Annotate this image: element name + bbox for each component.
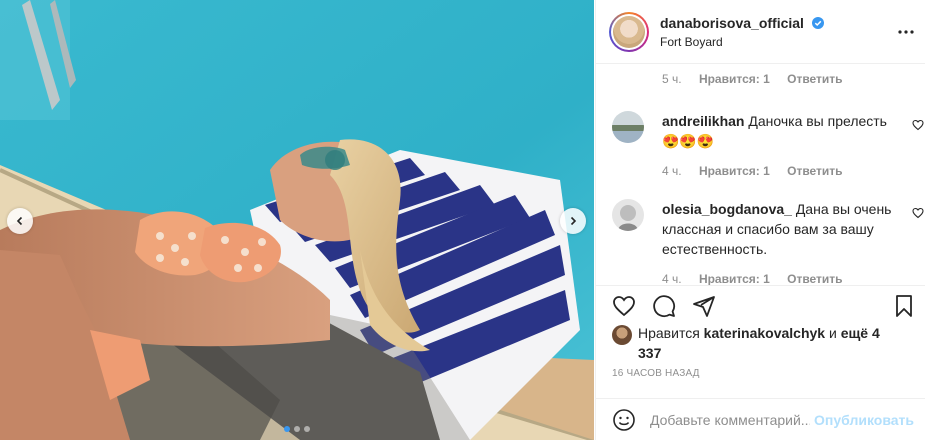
comment-meta: 5 ч. Нравится: 1 Ответить — [662, 72, 857, 86]
likes-text: Нравится katerinakovalchyk и ещё 4 337 — [638, 323, 898, 363]
comment-icon[interactable] — [652, 294, 676, 318]
carousel-dot — [294, 426, 300, 432]
likes-prefix: Нравится — [638, 325, 700, 341]
author-avatar[interactable] — [609, 12, 649, 52]
comment-meta: 4 ч. Нравится: 1 Ответить — [662, 269, 892, 285]
post-sidebar: danaborisova_official Fort Boyard 5 ч. Н… — [595, 0, 925, 440]
author-username[interactable]: danaborisova_official — [660, 15, 824, 31]
add-comment-form: Опубликовать — [596, 398, 925, 440]
post-image — [0, 0, 594, 440]
bookmark-icon[interactable] — [892, 294, 916, 318]
post-timestamp[interactable]: 16 ЧАСОВ НАЗАД — [612, 368, 700, 379]
carousel-indicator — [284, 426, 310, 432]
commenter-username[interactable]: andreilikhan — [662, 113, 744, 129]
comments-list[interactable]: 5 ч. Нравится: 1 Ответить andreilikhan Д… — [596, 64, 925, 285]
reply-button[interactable]: Ответить — [787, 164, 842, 178]
chevron-right-icon — [570, 216, 577, 226]
post-header: danaborisova_official Fort Boyard — [596, 0, 925, 64]
comment-body: olesia_bogdanova_ Дана вы очень классная… — [662, 199, 892, 285]
commenter-avatar[interactable] — [612, 111, 644, 143]
comment-body: andreilikhan Даночка вы прелесть😍😍😍 4 ч.… — [662, 111, 892, 181]
more-options-button[interactable] — [896, 22, 916, 42]
comment-time[interactable]: 4 ч. — [662, 272, 682, 285]
comment-likes[interactable]: Нравится: 1 — [699, 164, 770, 178]
publish-button[interactable]: Опубликовать — [814, 412, 914, 428]
comment-like-heart-icon[interactable] — [912, 207, 924, 219]
heart-icon[interactable] — [612, 294, 636, 318]
reply-button[interactable]: Ответить — [787, 272, 842, 285]
carousel-prev-button[interactable] — [7, 208, 33, 234]
verified-badge-icon — [811, 17, 824, 29]
share-icon[interactable] — [692, 294, 716, 318]
post-actions — [596, 285, 925, 325]
comment-time[interactable]: 5 ч. — [662, 72, 682, 86]
liker-username[interactable]: katerinakovalchyk — [704, 325, 825, 341]
post-location[interactable]: Fort Boyard — [660, 35, 723, 49]
commenter-avatar[interactable] — [612, 199, 644, 231]
likes-joiner: и — [828, 325, 837, 341]
comment-like-heart-icon[interactable] — [912, 119, 924, 131]
emoji-icon[interactable] — [612, 408, 636, 432]
carousel-next-button[interactable] — [560, 208, 586, 234]
comment-likes[interactable]: Нравится: 1 — [699, 272, 770, 285]
author-username-text[interactable]: danaborisova_official — [660, 15, 804, 31]
more-options-icon — [898, 30, 914, 34]
comment-likes[interactable]: Нравится: 1 — [699, 72, 770, 86]
comment-meta: 4 ч. Нравится: 1 Ответить — [662, 161, 892, 181]
carousel-dot — [284, 426, 290, 432]
comment-time[interactable]: 4 ч. — [662, 164, 682, 178]
chevron-left-icon — [16, 216, 23, 226]
commenter-username[interactable]: olesia_bogdanova_ — [662, 201, 792, 217]
liker-avatar[interactable] — [612, 325, 632, 345]
carousel-dot — [304, 426, 310, 432]
reply-button[interactable]: Ответить — [787, 72, 842, 86]
post-photo[interactable] — [0, 0, 594, 440]
comment-input[interactable] — [650, 411, 810, 429]
